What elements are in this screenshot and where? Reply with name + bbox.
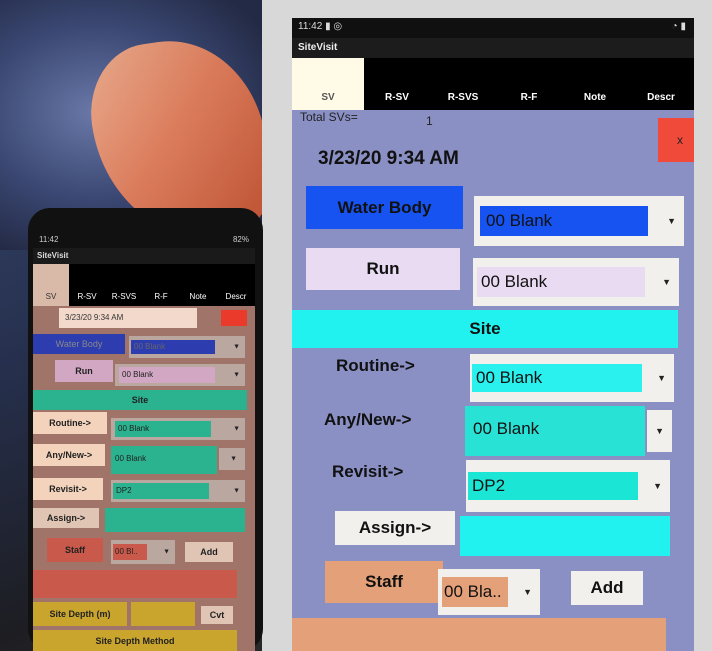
phone-routine-label: Routine-> — [33, 412, 107, 434]
routine-value: 00 Blank — [472, 364, 642, 392]
anynew-value: 00 Blank — [465, 406, 645, 456]
anynew-label: Any/New-> — [324, 410, 412, 429]
phone-routine-value: 00 Blank — [115, 421, 211, 437]
chevron-down-icon: ▼ — [655, 426, 664, 436]
phone-status-time: 11:42 — [39, 235, 59, 244]
phone-app-bar: SiteVisit — [33, 248, 255, 264]
revisit-label: Revisit-> — [332, 462, 404, 481]
water-body-dropdown[interactable]: 00 Blank ▼ — [474, 196, 684, 246]
phone-cvt-button[interactable]: Cvt — [201, 606, 233, 624]
phone-water-body-dropdown[interactable]: 00 Blank ▼ — [129, 336, 245, 358]
chevron-down-icon: ▼ — [230, 455, 237, 463]
phone-staff-list-field[interactable] — [33, 570, 237, 598]
assign-field[interactable] — [460, 516, 670, 556]
tab-r-svs[interactable]: R-SVS — [430, 92, 496, 103]
chevron-down-icon: ▼ — [163, 548, 170, 556]
total-svs-label: Total SVs= — [300, 110, 358, 124]
anynew-arrow-box: ▼ — [647, 410, 672, 452]
tablet-app-bar: SiteVisit — [292, 38, 694, 58]
chevron-down-icon: ▼ — [667, 216, 676, 226]
run-dropdown[interactable]: 00 Blank ▼ — [473, 258, 679, 306]
phone-battery: 82% — [232, 235, 249, 244]
routine-label: Routine-> — [336, 356, 415, 375]
phone-revisit-value: DP2 — [113, 483, 209, 499]
phone-site-depth-label: Site Depth (m) — [33, 602, 127, 626]
phone-run-value: 00 Blank — [119, 367, 215, 383]
phone-run-dropdown[interactable]: 00 Blank ▼ — [115, 364, 245, 386]
anynew-dropdown[interactable]: 00 Blank ▼ — [465, 406, 672, 456]
routine-dropdown[interactable]: 00 Blank ▼ — [470, 354, 674, 402]
chevron-down-icon: ▼ — [657, 373, 666, 383]
phone-water-body-button[interactable]: Water Body — [33, 334, 125, 354]
tablet-screen: 11:42 ▮ ◎ ◔ ▮ SiteVisit SV R-SV R-SVS R-… — [292, 18, 694, 651]
water-body-button[interactable]: Water Body — [306, 186, 463, 229]
site-section-bar[interactable]: Site — [292, 310, 678, 348]
phone-close-button[interactable] — [221, 310, 247, 326]
phone-anynew-value[interactable]: 00 Blank — [111, 446, 217, 474]
phone-run-button[interactable]: Run — [55, 360, 113, 382]
tablet-status-bar: 11:42 ▮ ◎ ◔ ▮ — [292, 18, 694, 38]
phone-routine-dropdown[interactable]: 00 Blank ▼ — [111, 418, 245, 440]
tab-r-f[interactable]: R-F — [496, 92, 562, 103]
phone-staff-dropdown[interactable]: 00 Bl.. ▼ — [111, 540, 175, 564]
phone-add-staff-button[interactable]: Add — [185, 542, 233, 562]
phone-status-bar: 11:42 82% — [33, 232, 255, 248]
visit-datetime: 3/23/20 9:34 AM — [318, 148, 459, 169]
phone-revisit-label: Revisit-> — [33, 478, 103, 500]
chevron-down-icon: ▼ — [523, 587, 532, 597]
tablet-status-time: 11:42 — [298, 21, 323, 32]
wifi-icon: ◔ ▮ — [671, 21, 686, 32]
total-svs-value: 1 — [426, 114, 433, 128]
assign-button[interactable]: Assign-> — [335, 511, 455, 545]
phone-assign-button[interactable]: Assign-> — [33, 508, 99, 528]
staff-list-field[interactable] — [292, 618, 666, 651]
phone-tab-note[interactable]: Note — [179, 292, 217, 301]
phone-tab-sv-label: SV — [45, 292, 57, 301]
run-value: 00 Blank — [477, 267, 645, 297]
phone-site-depth-field[interactable] — [131, 602, 195, 626]
phone-site-section-bar[interactable]: Site — [33, 390, 247, 410]
tab-r-sv[interactable]: R-SV — [364, 92, 430, 103]
phone-water-body-value: 00 Blank — [131, 340, 215, 354]
chevron-down-icon: ▼ — [662, 277, 671, 287]
chevron-down-icon: ▼ — [233, 343, 240, 351]
phone-staff-value: 00 Bl.. — [113, 544, 147, 560]
phone-tab-descr[interactable]: Descr — [217, 292, 255, 301]
run-button[interactable]: Run — [306, 248, 460, 290]
chevron-down-icon: ▼ — [233, 371, 240, 379]
phone-assign-field[interactable] — [105, 508, 245, 532]
phone-tab-r-sv[interactable]: R-SV — [69, 292, 105, 301]
staff-value: 00 Bla.. — [442, 577, 508, 607]
lock-icon: ▮ ◎ — [325, 21, 343, 32]
phone-site-depth-method-bar[interactable]: Site Depth Method — [33, 630, 237, 651]
phone-anynew-arrow-box[interactable]: ▼ — [219, 448, 245, 470]
phone-tab-r-f[interactable]: R-F — [143, 292, 179, 301]
phone-staff-button[interactable]: Staff — [47, 538, 103, 562]
phone-tab-r-svs[interactable]: R-SVS — [105, 292, 143, 301]
revisit-dropdown[interactable]: DP2 ▼ — [466, 460, 670, 512]
tab-sv-label: SV — [321, 92, 335, 103]
tab-note[interactable]: Note — [562, 92, 628, 103]
phone-visit-datetime: 3/23/20 9:34 AM — [59, 308, 197, 328]
staff-dropdown[interactable]: 00 Bla.. ▼ — [438, 569, 540, 615]
chevron-down-icon: ▼ — [653, 481, 662, 491]
phone-screen: 11:42 82% SiteVisit SV R-SV R-SVS R-F No… — [33, 232, 255, 651]
add-staff-button[interactable]: Add — [571, 571, 643, 605]
tab-descr[interactable]: Descr — [628, 92, 694, 103]
chevron-down-icon: ▼ — [233, 425, 240, 433]
phone-app-title: SiteVisit — [37, 251, 69, 260]
tablet-app-title: SiteVisit — [298, 42, 338, 53]
staff-button[interactable]: Staff — [325, 561, 443, 603]
phone-revisit-dropdown[interactable]: DP2 ▼ — [111, 480, 245, 502]
phone-anynew-label: Any/New-> — [33, 444, 105, 466]
revisit-value: DP2 — [468, 472, 638, 500]
chevron-down-icon: ▼ — [233, 487, 240, 495]
water-body-value: 00 Blank — [480, 206, 648, 236]
close-button[interactable]: x — [658, 118, 694, 162]
